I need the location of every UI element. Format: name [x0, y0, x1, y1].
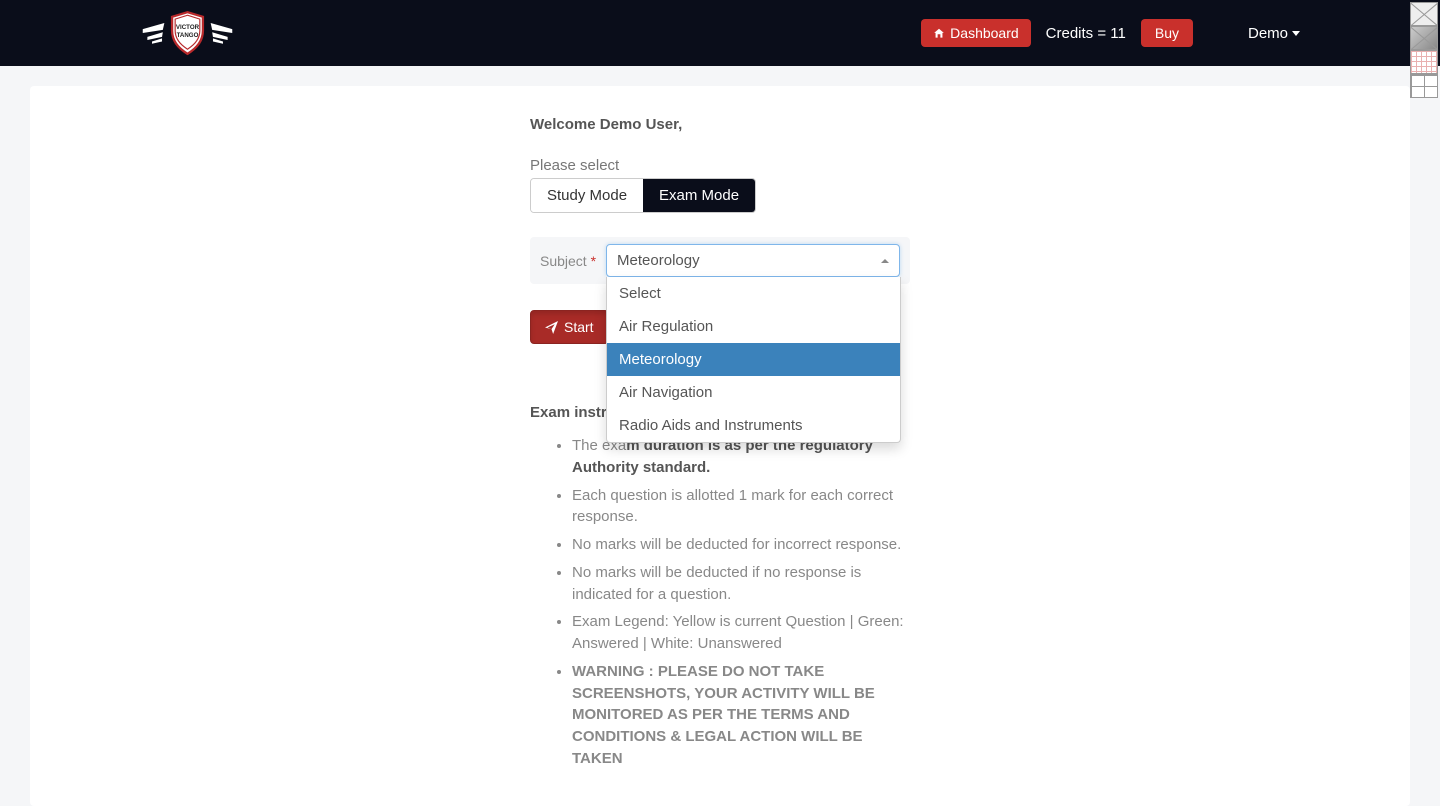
- victor-tango-logo-icon: VICTOR TANGO: [140, 6, 235, 60]
- paper-plane-icon: [545, 321, 558, 334]
- dashboard-label: Dashboard: [950, 25, 1019, 41]
- instruction-warning: WARNING : PLEASE DO NOT TAKE SCREENSHOTS…: [572, 661, 910, 770]
- tab-exam-mode[interactable]: Exam Mode: [643, 179, 755, 212]
- subject-option-radio-aids[interactable]: Radio Aids and Instruments: [607, 409, 900, 442]
- instruction-item: No marks will be deducted for incorrect …: [572, 534, 910, 556]
- credits-text: Credits = 11: [1046, 25, 1126, 42]
- brand-logo[interactable]: VICTOR TANGO: [140, 6, 235, 60]
- subject-selected-value: Meteorology: [617, 252, 700, 269]
- widget-cell-grid-coarse-icon[interactable]: [1410, 74, 1438, 98]
- mode-toggle: Study Mode Exam Mode: [530, 178, 756, 213]
- widget-cell-x-icon[interactable]: [1410, 2, 1438, 26]
- svg-text:TANGO: TANGO: [177, 32, 199, 39]
- widget-cell-broken-image-icon[interactable]: [1410, 26, 1438, 50]
- dashboard-button[interactable]: Dashboard: [921, 19, 1031, 47]
- subject-option-meteorology[interactable]: Meteorology: [607, 343, 900, 376]
- instructions-list: The exam duration is as per the regulato…: [530, 435, 910, 770]
- instruction-item: No marks will be deducted if no response…: [572, 562, 910, 606]
- subject-option-air-navigation[interactable]: Air Navigation: [607, 376, 900, 409]
- start-button[interactable]: Start: [530, 310, 609, 344]
- please-select-label: Please select: [530, 157, 910, 174]
- corner-widget: [1410, 2, 1438, 98]
- instruction-item: Each question is allotted 1 mark for eac…: [572, 485, 910, 529]
- subject-select-wrap: Meteorology Select Air Regulation Meteor…: [606, 244, 900, 277]
- subject-label-text: Subject: [540, 253, 587, 269]
- subject-dropdown: Select Air Regulation Meteorology Air Na…: [606, 277, 901, 443]
- welcome-text: Welcome Demo User,: [530, 116, 910, 133]
- start-label: Start: [564, 319, 594, 335]
- buy-button[interactable]: Buy: [1141, 19, 1193, 47]
- required-asterisk: *: [591, 253, 596, 269]
- chevron-up-icon: [881, 259, 889, 263]
- home-icon: [933, 28, 945, 39]
- caret-down-icon: [1292, 31, 1300, 36]
- main-panel: Welcome Demo User, Please select Study M…: [30, 86, 1410, 806]
- nav-right: Dashboard Credits = 11 Buy Demo: [921, 19, 1300, 47]
- subject-option-select[interactable]: Select: [607, 277, 900, 310]
- navbar: VICTOR TANGO Dashboard Credits = 11 Buy …: [0, 0, 1440, 66]
- tab-study-mode[interactable]: Study Mode: [531, 179, 643, 212]
- widget-cell-grid-fine-icon[interactable]: [1410, 50, 1438, 74]
- instruction-item: Exam Legend: Yellow is current Question …: [572, 611, 910, 655]
- subject-form-row: Subject * Meteorology Select Air Regulat…: [530, 237, 910, 284]
- subject-select[interactable]: Meteorology: [606, 244, 900, 277]
- svg-text:VICTOR: VICTOR: [176, 24, 200, 31]
- subject-label: Subject *: [540, 253, 606, 269]
- user-menu[interactable]: Demo: [1248, 25, 1300, 42]
- subject-option-air-regulation[interactable]: Air Regulation: [607, 310, 900, 343]
- user-label: Demo: [1248, 25, 1288, 42]
